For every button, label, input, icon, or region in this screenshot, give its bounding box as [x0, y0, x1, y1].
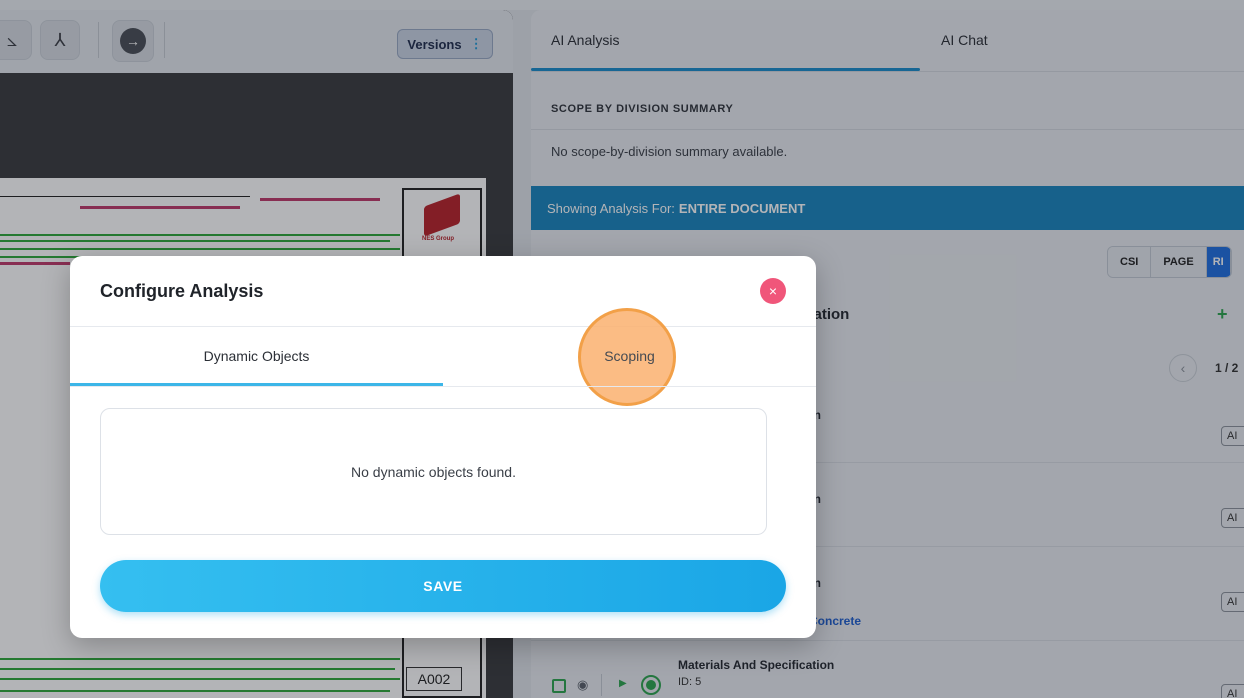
tab-scoping[interactable]: Scoping — [443, 326, 816, 386]
close-icon: × — [768, 283, 778, 299]
tab-label: Dynamic Objects — [203, 348, 310, 364]
active-tab-indicator — [70, 383, 443, 386]
save-button[interactable]: SAVE — [100, 560, 786, 612]
tab-dynamic-objects[interactable]: Dynamic Objects — [70, 326, 443, 386]
configure-analysis-dialog: Configure Analysis × Dynamic Objects Sco… — [70, 256, 816, 638]
dialog-title: Configure Analysis — [100, 281, 264, 301]
empty-message: No dynamic objects found. — [351, 463, 516, 480]
tab-label: Scoping — [604, 348, 655, 364]
dynamic-objects-empty-state: No dynamic objects found. — [100, 408, 767, 535]
tabs-divider — [70, 386, 816, 387]
close-button[interactable]: × — [760, 278, 786, 304]
